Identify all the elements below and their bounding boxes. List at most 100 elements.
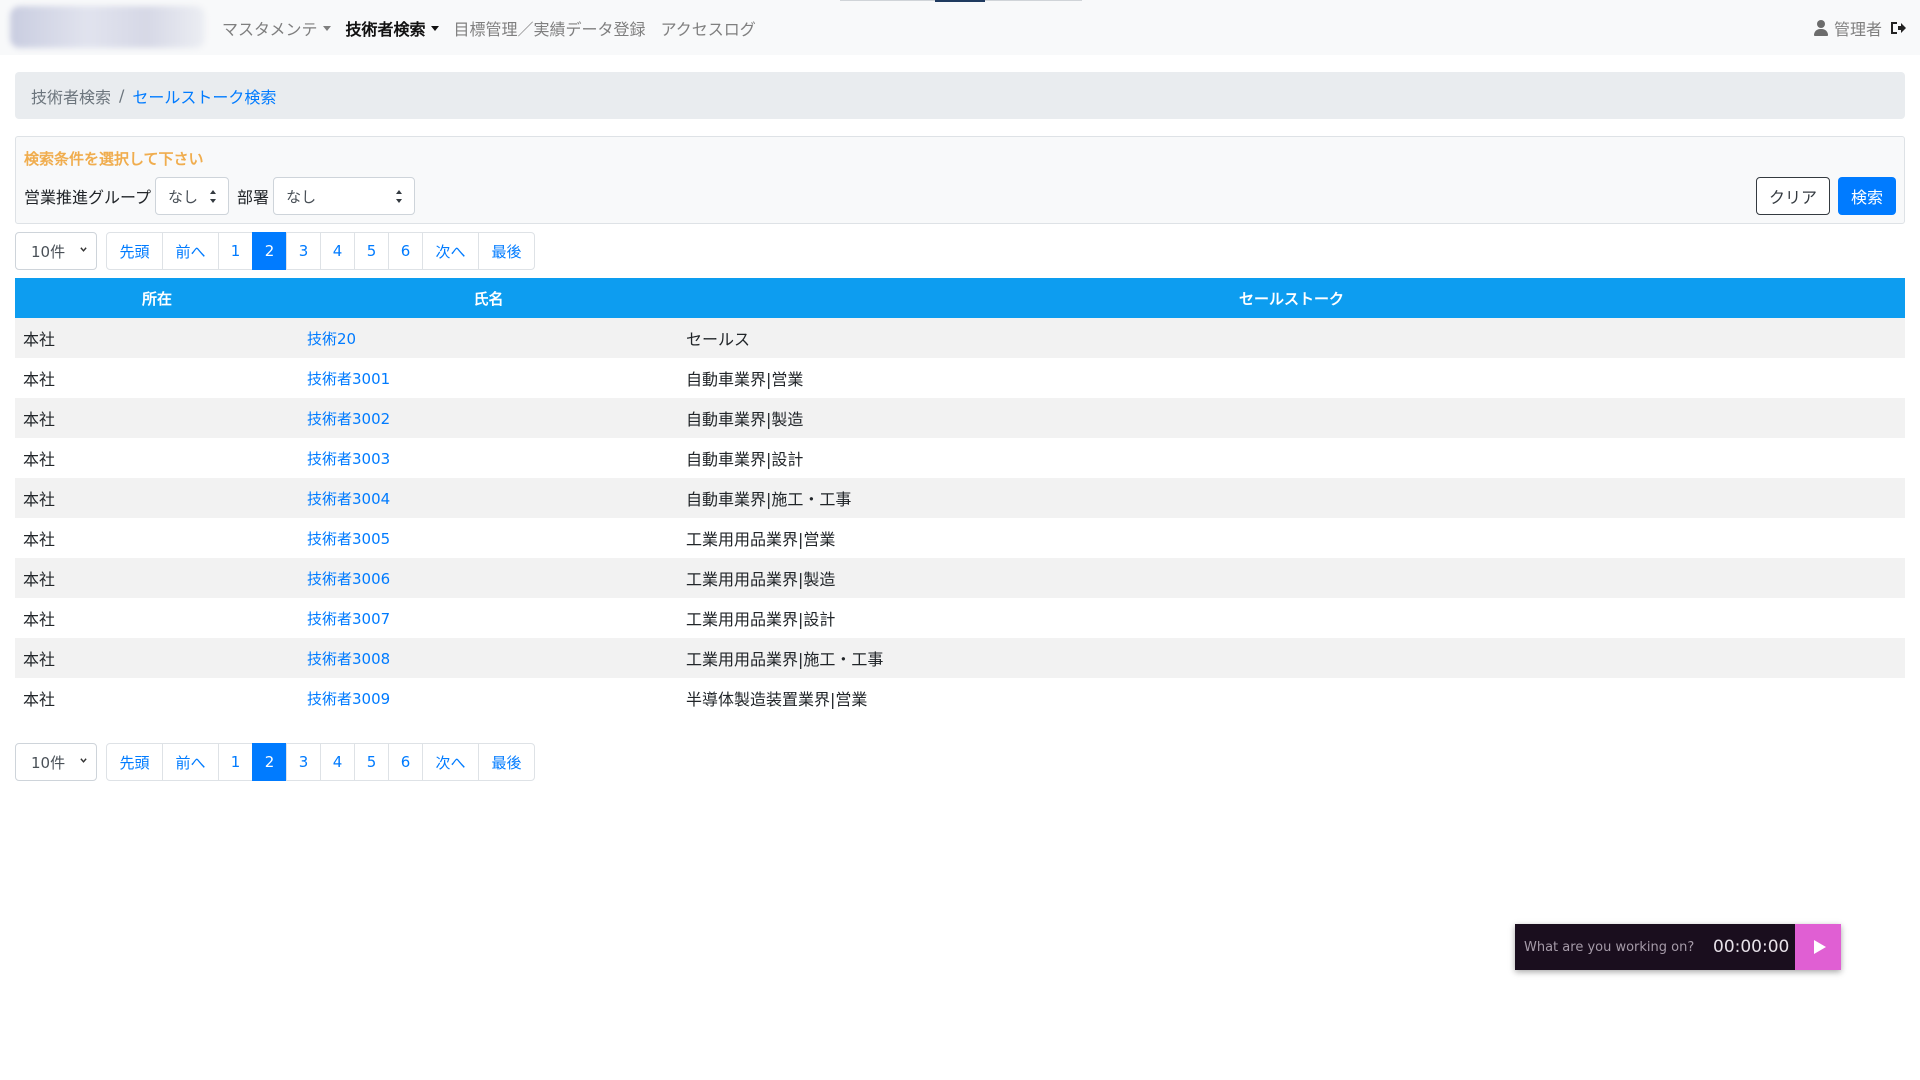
engineer-name-link[interactable]: 技術者3006: [307, 570, 390, 588]
nav-item-label: 目標管理／実績データ登録: [453, 19, 646, 39]
header-location: 所在: [141, 289, 172, 308]
top-navbar: マスタメンテ 技術者検索 目標管理／実績データ登録 アクセスログ 管理者: [0, 0, 1920, 55]
breadcrumb: 技術者検索 / セールストーク検索: [15, 72, 1905, 119]
table-row: 本社 技術者3008 工業用用品業界|施工・工事: [15, 638, 1905, 678]
cell-sales-talk: 工業用用品業界|営業: [686, 530, 836, 549]
start-timer-button[interactable]: [1795, 924, 1841, 970]
chevron-down-icon: [80, 758, 87, 763]
group-select[interactable]: なし: [155, 177, 230, 215]
table-row: 本社 技術者3007 工業用用品業界|設計: [15, 598, 1905, 638]
nav-item-access-log[interactable]: アクセスログ: [661, 16, 756, 40]
engineer-name-link[interactable]: 技術者3002: [307, 410, 390, 428]
engineer-name-link[interactable]: 技術者3004: [307, 490, 390, 508]
cell-sales-talk: 工業用用品業界|製造: [686, 570, 836, 589]
nav-item-label: アクセスログ: [660, 19, 756, 39]
page-last-button[interactable]: 最後: [478, 232, 535, 270]
table-row: 本社 技術者3005 工業用用品業界|営業: [15, 518, 1905, 558]
cell-location: 本社: [23, 650, 56, 669]
table-row: 本社 技術者3004 自動車業界|施工・工事: [15, 478, 1905, 518]
page-number-2[interactable]: 2: [252, 232, 287, 270]
play-icon: [1813, 940, 1826, 954]
page-prev-button[interactable]: 前へ: [162, 232, 219, 270]
engineer-name-link[interactable]: 技術者3008: [307, 650, 390, 668]
dept-select-value: なし: [286, 187, 317, 206]
page-number-4[interactable]: 4: [320, 232, 355, 270]
nav-item-target-management[interactable]: 目標管理／実績データ登録: [454, 16, 646, 40]
page-number-5[interactable]: 5: [354, 232, 389, 270]
pagination: 先頭 前へ 1 2 3 4 5 6 次へ 最後: [106, 743, 535, 781]
cell-location: 本社: [23, 570, 56, 589]
cell-sales-talk: 工業用用品業界|設計: [686, 610, 836, 629]
page-number-3[interactable]: 3: [286, 232, 321, 270]
per-page-value: 10件: [31, 242, 66, 261]
page-number-6[interactable]: 6: [388, 232, 423, 270]
per-page-select[interactable]: 10件: [15, 232, 97, 270]
page-number-4[interactable]: 4: [320, 743, 355, 781]
pagination-top: 10件 先頭 前へ 1 2 3 4 5 6 次へ 最後: [15, 232, 535, 270]
page-first-button[interactable]: 先頭: [106, 743, 163, 781]
header-sales-talk: セールストーク: [1238, 289, 1344, 308]
select-arrows-icon: [396, 190, 404, 203]
breadcrumb-current[interactable]: セールストーク検索: [132, 84, 276, 108]
page-last-button[interactable]: 最後: [478, 743, 535, 781]
task-description-input[interactable]: What are you working on?: [1524, 940, 1704, 955]
cell-location: 本社: [23, 450, 56, 469]
user-name: 管理者: [1833, 19, 1882, 39]
engineer-name-link[interactable]: 技術者3009: [307, 690, 390, 708]
group-filter-label: 営業推進グループ: [24, 188, 152, 207]
engineer-name-link[interactable]: 技術者3007: [307, 610, 390, 628]
page-number-3[interactable]: 3: [286, 743, 321, 781]
engineer-name-link[interactable]: 技術20: [307, 330, 356, 348]
clear-button[interactable]: クリア: [1756, 177, 1830, 215]
cell-location: 本社: [23, 610, 56, 629]
time-tracker-widget: What are you working on? 00:00:00: [1515, 924, 1841, 970]
nav-item-engineer-search[interactable]: 技術者検索: [346, 16, 439, 40]
page-next-button[interactable]: 次へ: [422, 232, 479, 270]
per-page-value: 10件: [31, 753, 66, 772]
page-number-6[interactable]: 6: [388, 743, 423, 781]
table-row: 本社 技術者3006 工業用用品業界|製造: [15, 558, 1905, 598]
engineer-name-link[interactable]: 技術者3003: [307, 450, 390, 468]
dept-filter-label: 部署: [237, 188, 270, 207]
nav-item-label: マスタメンテ: [222, 19, 318, 39]
cell-location: 本社: [23, 690, 56, 709]
cell-location: 本社: [23, 530, 56, 549]
page-number-1[interactable]: 1: [218, 743, 253, 781]
chevron-down-icon: [80, 247, 87, 252]
table-row: 本社 技術20 セールス: [15, 318, 1905, 358]
page-number-1[interactable]: 1: [218, 232, 253, 270]
pagination: 先頭 前へ 1 2 3 4 5 6 次へ 最後: [106, 232, 535, 270]
sales-talk-table: 所在 氏名 セールストーク 本社 技術20 セールス 本社 技術者3001 自動…: [15, 278, 1905, 718]
table-header-row: 所在 氏名 セールストーク: [15, 278, 1905, 318]
search-hint: 検索条件を選択して下さい: [24, 150, 204, 168]
page-number-2[interactable]: 2: [252, 743, 287, 781]
header-name: 氏名: [473, 289, 504, 308]
cell-location: 本社: [23, 330, 56, 349]
cell-location: 本社: [23, 490, 56, 509]
logout-icon[interactable]: [1890, 20, 1906, 36]
user-icon: [1813, 19, 1828, 36]
timer-display: 00:00:00: [1713, 937, 1790, 957]
breadcrumb-parent[interactable]: 技術者検索: [31, 84, 111, 108]
page-prev-button[interactable]: 前へ: [162, 743, 219, 781]
nav-item-master-maintenance[interactable]: マスタメンテ: [222, 16, 331, 40]
top-accent-marker: [935, 0, 985, 2]
table-row: 本社 技術者3009 半導体製造装置業界|営業: [15, 678, 1905, 718]
cell-location: 本社: [23, 370, 56, 389]
page-next-button[interactable]: 次へ: [422, 743, 479, 781]
engineer-name-link[interactable]: 技術者3005: [307, 530, 390, 548]
search-button[interactable]: 検索: [1838, 177, 1896, 215]
brand-logo[interactable]: [10, 6, 205, 48]
cell-sales-talk: 自動車業界|製造: [686, 410, 804, 429]
nav-menu: マスタメンテ 技術者検索 目標管理／実績データ登録 アクセスログ: [222, 0, 771, 55]
dept-select[interactable]: なし: [273, 177, 416, 215]
nav-item-label: 技術者検索: [345, 19, 426, 39]
engineer-name-link[interactable]: 技術者3001: [307, 370, 390, 388]
cell-sales-talk: 自動車業界|施工・工事: [686, 490, 852, 509]
caret-down-icon: [430, 26, 439, 31]
page-number-5[interactable]: 5: [354, 743, 389, 781]
page-first-button[interactable]: 先頭: [106, 232, 163, 270]
user-menu[interactable]: 管理者: [1813, 0, 1906, 55]
cell-sales-talk: 自動車業界|営業: [686, 370, 804, 389]
per-page-select[interactable]: 10件: [15, 743, 97, 781]
